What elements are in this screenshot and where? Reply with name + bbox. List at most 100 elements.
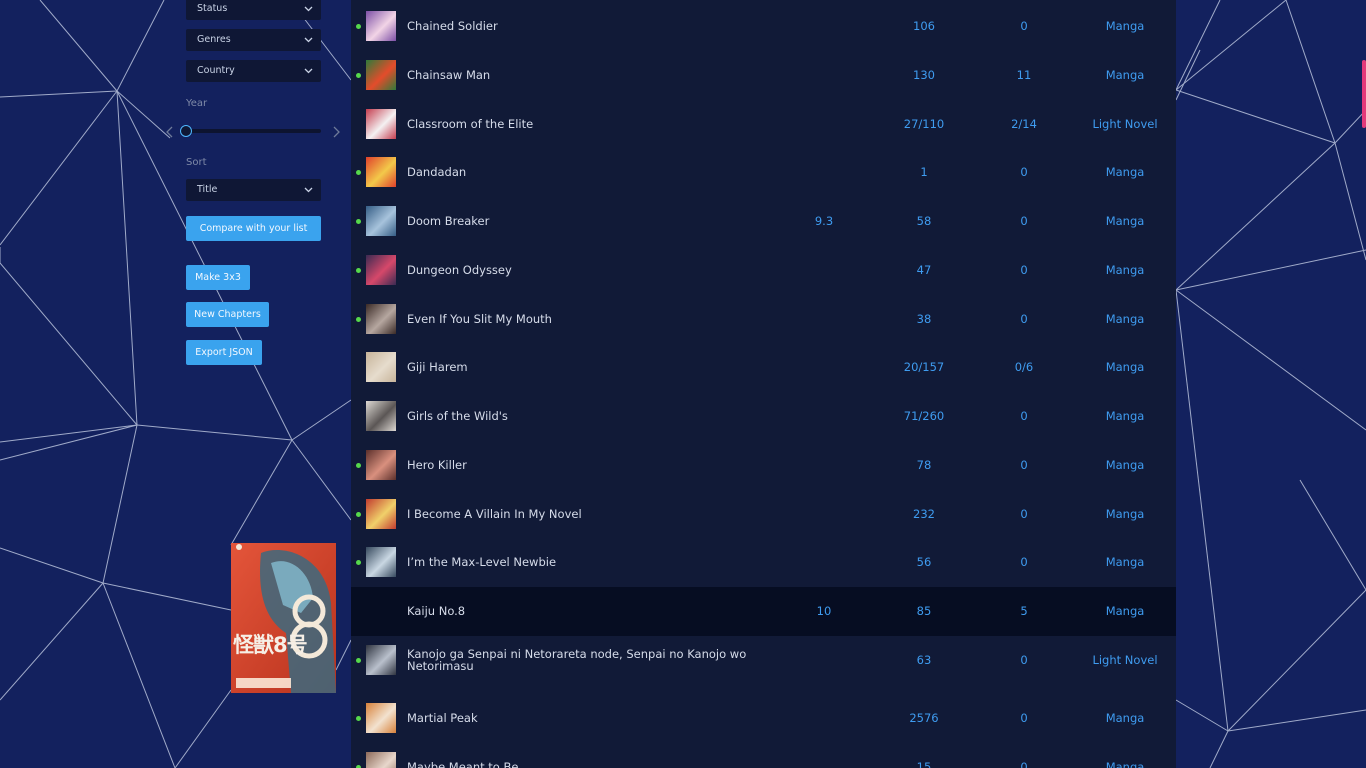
list-row[interactable]: Even If You Slit My Mouth 38 0 Manga (351, 295, 1176, 344)
list-row[interactable]: Doom Breaker 9.3 58 0 Manga (351, 197, 1176, 246)
cover-thumbnail[interactable] (366, 254, 396, 285)
year-slider-track[interactable] (186, 129, 321, 133)
list-row[interactable]: Kanojo ga Senpai ni Netorareta node, Sen… (351, 631, 1176, 691)
ongoing-status-dot (356, 462, 361, 468)
list-row[interactable]: Classroom of the Elite 27/110 2/14 Light No… (351, 100, 1176, 149)
entry-volumes: 0 (1020, 408, 1028, 423)
entry-title[interactable]: Kaiju No.8 (407, 604, 465, 618)
genres-select[interactable]: Genres (186, 29, 321, 51)
list-row[interactable]: Dungeon Odyssey 47 0 Manga (351, 246, 1176, 295)
entry-type: Manga (1105, 408, 1145, 423)
entry-title[interactable]: Chained Soldier (407, 19, 498, 33)
entry-volumes: 2/14 (1011, 116, 1037, 131)
cover-thumbnail[interactable] (366, 546, 396, 577)
entry-volumes: 0 (1020, 710, 1028, 725)
chevron-down-icon (304, 6, 313, 12)
entry-title[interactable]: Doom Breaker (407, 214, 489, 228)
list-row[interactable]: Chained Soldier 106 0 Manga (351, 2, 1176, 51)
entry-title[interactable]: Classroom of the Elite (407, 117, 533, 131)
list-row[interactable]: Dandadan 1 0 Manga (351, 148, 1176, 197)
ongoing-status-dot (356, 72, 361, 78)
entry-volumes: 0/6 (1014, 359, 1034, 374)
compare-list-button[interactable]: Compare with your list (186, 216, 321, 241)
ongoing-status-dot (356, 23, 361, 29)
entry-volumes: 0 (1020, 759, 1028, 768)
entry-title[interactable]: Kanojo ga Senpai ni Netorareta node, Sen… (407, 648, 777, 672)
status-select[interactable]: Status (186, 0, 321, 20)
cover-thumbnail[interactable] (366, 108, 396, 139)
list-row[interactable]: Hero Killer 78 0 Manga (351, 441, 1176, 490)
ongoing-status-dot (356, 658, 361, 663)
ongoing-status-dot (356, 316, 361, 322)
sort-label: Sort (186, 157, 207, 168)
entry-title[interactable]: I Become A Villain In My Novel (407, 507, 582, 521)
entry-chapters: 15 (916, 759, 932, 768)
ongoing-status-dot (356, 218, 361, 224)
cover-thumbnail[interactable] (366, 449, 396, 480)
chevron-right-icon[interactable] (331, 125, 341, 139)
entry-title[interactable]: Dandadan (407, 165, 466, 179)
cover-thumbnail[interactable] (366, 303, 396, 334)
list-row[interactable]: Martial Peak 2576 0 Manga (351, 694, 1176, 743)
country-select-label: Country (197, 65, 235, 76)
list-row[interactable]: Chainsaw Man 130 11 Manga (351, 51, 1176, 100)
entry-type: Manga (1105, 67, 1145, 82)
entry-title[interactable]: Maybe Meant to Be (407, 760, 518, 768)
entry-chapters: 2576 (909, 710, 939, 725)
entry-title[interactable]: Hero Killer (407, 458, 467, 472)
entry-score: 9.3 (814, 213, 834, 228)
cover-preview-image: 怪獣8号 (231, 543, 336, 693)
cover-thumbnail[interactable] (366, 702, 396, 733)
ongoing-status-dot (356, 267, 361, 273)
entry-chapters: 27/110 (903, 116, 945, 131)
entry-volumes: 0 (1020, 311, 1028, 326)
cover-thumbnail[interactable] (366, 751, 396, 768)
list-row[interactable]: Kaiju No.8 10 85 5 Manga (351, 587, 1176, 636)
entry-volumes: 0 (1020, 506, 1028, 521)
entry-volumes: 0 (1020, 457, 1028, 472)
status-select-label: Status (197, 3, 228, 14)
entry-title[interactable]: I’m the Max-Level Newbie (407, 555, 556, 569)
ongoing-status-dot (356, 764, 361, 768)
export-json-button[interactable]: Export JSON (186, 340, 262, 365)
cover-thumbnail[interactable] (366, 400, 396, 431)
entry-chapters: 106 (913, 18, 935, 33)
country-select[interactable]: Country (186, 60, 321, 82)
entry-chapters: 130 (913, 67, 935, 82)
entry-type: Light Novel (1092, 116, 1158, 131)
entry-chapters: 71/260 (903, 408, 945, 423)
sort-select[interactable]: Title (186, 179, 321, 201)
year-slider-handle[interactable] (180, 125, 192, 137)
entry-type: Manga (1105, 311, 1145, 326)
entry-type: Manga (1105, 18, 1145, 33)
list-row[interactable]: Maybe Meant to Be 15 0 Manga (351, 743, 1176, 768)
entry-title[interactable]: Even If You Slit My Mouth (407, 312, 552, 326)
list-row[interactable]: Girls of the Wild's 71/260 0 Manga (351, 392, 1176, 441)
genres-select-label: Genres (197, 34, 231, 45)
entry-chapters: 20/157 (903, 359, 945, 374)
entry-type: Manga (1105, 457, 1145, 472)
entry-title[interactable]: Chainsaw Man (407, 68, 490, 82)
list-row[interactable]: I’m the Max-Level Newbie 56 0 Manga (351, 538, 1176, 587)
scrollbar-thumb[interactable] (1362, 60, 1366, 128)
cover-thumbnail[interactable] (366, 351, 396, 382)
cover-thumbnail[interactable] (366, 498, 396, 529)
list-row[interactable]: Giji Harem 20/157 0/6 Manga (351, 343, 1176, 392)
chevron-left-icon[interactable] (165, 125, 175, 139)
cover-thumbnail[interactable] (366, 59, 396, 90)
cover-thumbnail[interactable] (366, 645, 396, 675)
entry-type: Manga (1105, 213, 1145, 228)
entry-chapters: 63 (916, 653, 932, 667)
entry-title[interactable]: Giji Harem (407, 360, 468, 374)
cover-thumbnail[interactable] (366, 10, 396, 41)
chevron-down-icon (304, 187, 313, 193)
list-row[interactable]: I Become A Villain In My Novel 232 0 Manga (351, 490, 1176, 539)
entry-title[interactable]: Dungeon Odyssey (407, 263, 512, 277)
new-chapters-button[interactable]: New Chapters (186, 302, 269, 327)
manga-list-panel: Chained Soldier 106 0 Manga Chainsaw Man 130 1… (351, 0, 1176, 768)
cover-thumbnail[interactable] (366, 156, 396, 187)
entry-title[interactable]: Martial Peak (407, 711, 478, 725)
entry-title[interactable]: Girls of the Wild's (407, 409, 508, 423)
cover-thumbnail[interactable] (366, 205, 396, 236)
make-3x3-button[interactable]: Make 3x3 (186, 265, 250, 290)
